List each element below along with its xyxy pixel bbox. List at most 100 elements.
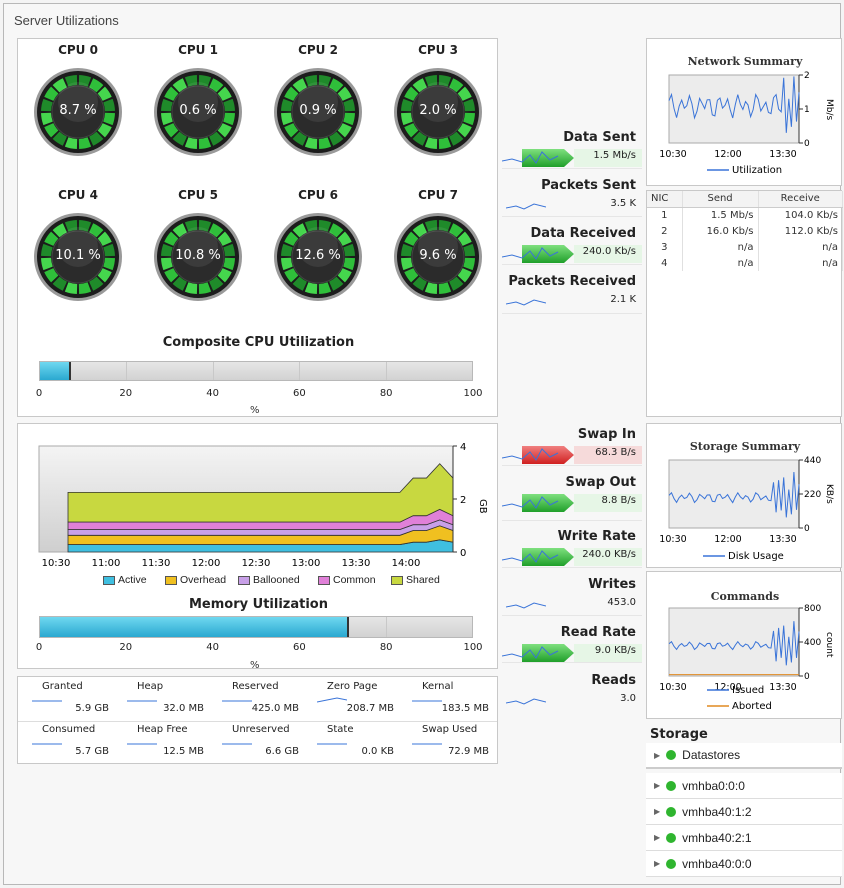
memory-stat-label: Granted bbox=[42, 681, 83, 692]
cpu-value: 0.6 % bbox=[179, 103, 217, 118]
cpu-label: CPU 0 bbox=[58, 43, 98, 57]
storage-tree-item[interactable]: ▶ vmhba40:0:0 bbox=[646, 851, 842, 877]
memory-stat-value: 12.5 MB bbox=[163, 746, 204, 757]
metric-divider bbox=[502, 465, 642, 466]
metric-divider bbox=[502, 216, 642, 217]
nic-table-header[interactable]: Send bbox=[682, 191, 759, 208]
memory-x-tick: 14:00 bbox=[392, 558, 421, 569]
table-row[interactable]: 2 16.0 Kb/s 112.0 Kb/s bbox=[647, 223, 843, 239]
mini-y-tick: 0 bbox=[804, 672, 810, 682]
metric-sparkline bbox=[506, 602, 546, 609]
mini-y-tick: 220 bbox=[804, 490, 821, 500]
memory-tick-label: 60 bbox=[293, 642, 306, 653]
legend-label: Ballooned bbox=[253, 574, 300, 586]
storage-summary-chart: 440 220 0 KB/s 10:30 12:00 13:30 Disk Usage bbox=[659, 456, 834, 562]
storage-tree-item[interactable]: ▶ vmhba40:1:2 bbox=[646, 799, 842, 825]
memory-y-tick: 0 bbox=[460, 548, 466, 559]
legend-label: Overhead bbox=[180, 574, 227, 586]
mini-y-unit: KB/s bbox=[824, 484, 834, 504]
metric-title: Reads bbox=[591, 673, 636, 688]
memory-legend-item: Active bbox=[103, 574, 147, 586]
legend-swatch bbox=[238, 575, 250, 585]
memory-stat-label: Heap Free bbox=[137, 724, 188, 735]
storage-tree-label: vmhba40:2:1 bbox=[682, 830, 752, 845]
metric-value: 1.5 Mb/s bbox=[593, 150, 636, 161]
legend-swatch bbox=[318, 575, 330, 585]
nic-table-cell: n/a bbox=[758, 255, 843, 271]
expand-arrow-icon[interactable]: ▶ bbox=[654, 751, 660, 760]
metric-divider bbox=[502, 615, 642, 616]
status-ok-icon bbox=[666, 780, 677, 791]
metric-sparkline bbox=[506, 698, 546, 705]
window-title: Server Utilizations bbox=[14, 13, 119, 28]
nic-table-cell: n/a bbox=[682, 239, 759, 255]
storage-tree-item[interactable]: ▶ Datastores bbox=[646, 743, 842, 769]
metric-divider bbox=[502, 168, 642, 169]
cpu-value: 0.9 % bbox=[299, 103, 337, 118]
nic-table-cell: 1.5 Mb/s bbox=[682, 207, 759, 223]
cpu-label: CPU 5 bbox=[178, 188, 218, 202]
memory-stat-value: 6.6 GB bbox=[265, 746, 299, 757]
mini-y-tick: 400 bbox=[804, 638, 821, 648]
mini-y-tick: 0 bbox=[804, 139, 810, 149]
storage-tree-item[interactable]: ▶ vmhba0:0:0 bbox=[646, 773, 842, 799]
storage-tree-title: Storage bbox=[650, 727, 708, 742]
memory-tick-label: 80 bbox=[379, 642, 393, 653]
expand-arrow-icon[interactable]: ▶ bbox=[654, 781, 660, 790]
cpu-value: 8.7 % bbox=[59, 103, 97, 118]
legend-swatch bbox=[103, 575, 115, 585]
memory-util-bar bbox=[39, 616, 473, 638]
mini-y-tick: 0 bbox=[804, 524, 810, 534]
metric-title: Swap Out bbox=[565, 475, 637, 490]
memory-x-tick: 13:30 bbox=[342, 558, 371, 569]
memory-stat-label: Kernal bbox=[422, 681, 454, 692]
memory-x-tick: 10:30 bbox=[42, 558, 71, 569]
composite-tick-label: 20 bbox=[119, 388, 133, 399]
memory-tick-label: 20 bbox=[119, 642, 133, 653]
metric-title: Read Rate bbox=[560, 625, 636, 640]
storage-tree-label: vmhba40:1:2 bbox=[682, 804, 752, 819]
cpu-panel: CPU 0 8.7 % CPU 1 0.6 % CPU 2 0.9 % CPU 3 2.0 %… bbox=[17, 38, 498, 417]
network-summary-chart: 2 1 0 Mb/s 10:30 12:00 13:30 Utilization bbox=[659, 71, 834, 176]
cpu-value: 12.6 % bbox=[295, 248, 341, 263]
storage-tree-item[interactable]: ▶ vmhba40:2:1 bbox=[646, 825, 842, 851]
mini-legend-label: Aborted bbox=[732, 701, 772, 712]
metric-title: Data Sent bbox=[563, 130, 636, 145]
memory-y-tick: 4 bbox=[460, 442, 466, 453]
legend-label: Active bbox=[118, 574, 147, 586]
mini-x-tick: 13:30 bbox=[769, 682, 796, 693]
composite-tick-label: 40 bbox=[206, 388, 219, 399]
table-row[interactable]: 3 n/a n/a bbox=[647, 239, 843, 255]
mini-y-tick: 1 bbox=[804, 105, 810, 115]
table-row[interactable]: 4 n/a n/a bbox=[647, 255, 843, 271]
memory-util-unit: % bbox=[250, 660, 260, 671]
composite-tick-label: 100 bbox=[463, 388, 483, 399]
memory-x-tick: 12:30 bbox=[242, 558, 271, 569]
memory-stat-value: 72.9 MB bbox=[448, 746, 489, 757]
memory-util-title: Memory Utilization bbox=[189, 597, 328, 612]
memory-stat-label: Zero Page bbox=[327, 681, 378, 692]
composite-cpu-fill bbox=[40, 362, 72, 380]
expand-arrow-icon[interactable]: ▶ bbox=[654, 833, 660, 842]
storage-tree-label: Datastores bbox=[682, 748, 741, 762]
cpu-value: 10.1 % bbox=[55, 248, 101, 263]
nic-table-cell: 2 bbox=[647, 223, 683, 239]
metric-value: 8.8 B/s bbox=[601, 495, 636, 506]
table-row[interactable]: 1 1.5 Mb/s 104.0 Kb/s bbox=[647, 207, 843, 223]
memory-stat-label: Consumed bbox=[42, 724, 96, 735]
cpu-gauge: 8.7 % bbox=[33, 67, 123, 157]
memory-stat-label: Swap Used bbox=[422, 724, 478, 735]
cpu-value: 2.0 % bbox=[419, 103, 457, 118]
memory-x-tick: 13:00 bbox=[292, 558, 321, 569]
nic-table-cell: 16.0 Kb/s bbox=[682, 223, 759, 239]
metric-title: Data Received bbox=[530, 226, 636, 241]
nic-table-header[interactable]: Receive bbox=[758, 191, 843, 208]
metric-value: 240.0 KB/s bbox=[582, 549, 636, 560]
expand-arrow-icon[interactable]: ▶ bbox=[654, 859, 660, 868]
expand-arrow-icon[interactable]: ▶ bbox=[654, 807, 660, 816]
composite-tick-label: 80 bbox=[379, 388, 393, 399]
metric-value: 9.0 KB/s bbox=[594, 645, 636, 656]
nic-table-header[interactable]: NIC bbox=[647, 191, 683, 208]
cpu-label: CPU 7 bbox=[418, 188, 458, 202]
memory-util-fill bbox=[40, 617, 349, 637]
